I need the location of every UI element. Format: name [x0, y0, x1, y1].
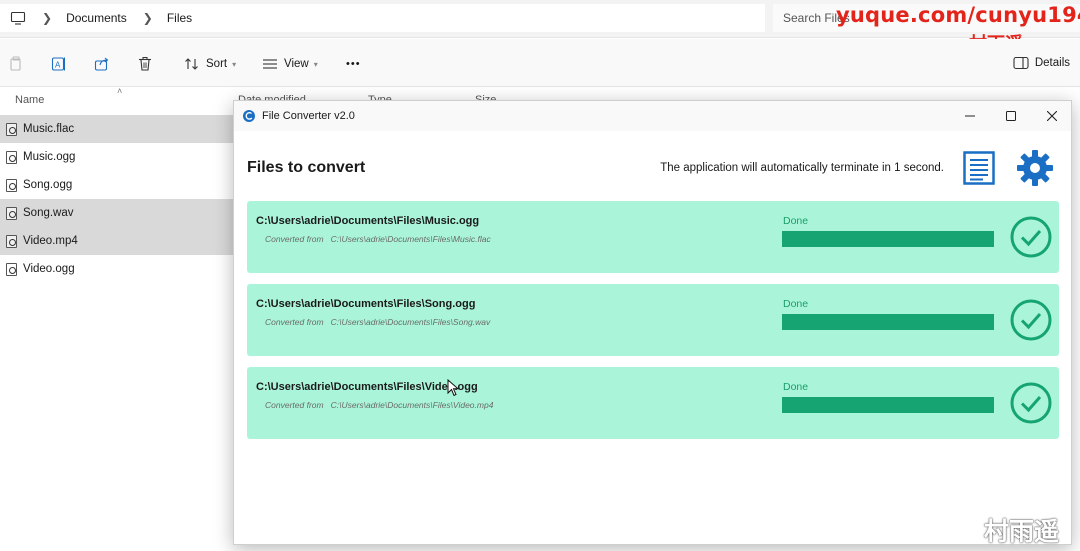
maximize-button[interactable]	[991, 101, 1031, 131]
converted-from-label: Converted from	[265, 400, 324, 410]
video-file-icon	[6, 234, 17, 248]
share-button[interactable]	[94, 55, 110, 73]
mouse-cursor-icon	[447, 379, 459, 397]
delete-icon	[139, 57, 151, 71]
chevron-right-icon: ❯	[142, 11, 153, 25]
file-converter-app-icon	[243, 110, 255, 122]
file-name: Song.wav	[23, 207, 74, 219]
maximize-icon	[1006, 111, 1016, 121]
breadcrumb[interactable]: ❯ Documents ❯ Files	[0, 4, 765, 32]
status-label: Done	[783, 215, 809, 227]
source-path: C:\Users\adrie\Documents\Files\Song.wav	[330, 317, 491, 327]
source-path: C:\Users\adrie\Documents\Files\Music.fla…	[330, 234, 491, 244]
chevron-down-icon: ▾	[313, 59, 318, 69]
audio-file-icon	[6, 206, 17, 220]
window-titlebar[interactable]: File Converter v2.0	[234, 101, 1071, 131]
list-item[interactable]: Song.ogg	[0, 171, 233, 199]
rename-button[interactable]: A	[51, 55, 67, 73]
details-pane-icon	[1013, 56, 1029, 70]
sort-button[interactable]: Sort ▾	[184, 55, 236, 73]
progress-bar	[782, 397, 994, 413]
view-label: View	[284, 58, 309, 70]
audio-file-icon	[6, 178, 17, 192]
view-button[interactable]: View ▾	[262, 55, 318, 73]
source-info: Converted from C:\Users\adrie\Documents\F…	[265, 234, 491, 244]
breadcrumb-documents[interactable]: Documents	[66, 11, 127, 25]
source-info: Converted from C:\Users\adrie\Documents\F…	[265, 317, 490, 327]
svg-text:A: A	[55, 61, 61, 70]
source-path: C:\Users\adrie\Documents\Files\Video.mp4	[330, 400, 494, 410]
source-info: Converted from C:\Users\adrie\Documents\F…	[265, 400, 493, 410]
window-title: File Converter v2.0	[262, 110, 355, 122]
list-item[interactable]: Video.ogg	[0, 255, 233, 283]
close-icon	[1047, 111, 1057, 121]
output-path: C:\Users\adrie\Documents\Files\Video.ogg	[256, 381, 478, 393]
share-icon	[94, 57, 109, 71]
log-list-icon[interactable]	[963, 151, 995, 185]
file-name: Song.ogg	[23, 179, 73, 191]
output-path: C:\Users\adrie\Documents\Files\Music.ogg	[256, 215, 480, 227]
progress-fill	[782, 397, 994, 413]
list-item[interactable]: Music.flac	[0, 115, 233, 143]
conversion-card: C:\Users\adrie\Documents\Files\Music.ogg…	[247, 201, 1059, 273]
output-path: C:\Users\adrie\Documents\Files\Song.ogg	[256, 298, 476, 310]
file-converter-window: File Converter v2.0 Files to convert The…	[233, 100, 1072, 545]
details-label: Details	[1034, 57, 1070, 69]
conversion-card: C:\Users\adrie\Documents\Files\Song.ogg …	[247, 284, 1059, 356]
more-options-button[interactable]: •••	[346, 55, 361, 73]
minimize-icon	[965, 115, 975, 117]
delete-button[interactable]	[137, 55, 153, 73]
file-name: Video.ogg	[23, 263, 75, 275]
check-circle-icon	[1010, 216, 1052, 258]
pc-icon[interactable]	[10, 10, 26, 26]
conversion-card: C:\Users\adrie\Documents\Files\Video.ogg…	[247, 367, 1059, 439]
column-name[interactable]: Name	[15, 94, 44, 106]
status-label: Done	[783, 298, 809, 310]
file-name: Video.mp4	[23, 235, 78, 247]
chevron-down-icon: ▾	[232, 59, 237, 69]
list-item[interactable]: Video.mp4	[0, 227, 233, 255]
progress-fill	[782, 314, 994, 330]
list-item[interactable]: Song.wav	[0, 199, 233, 227]
video-file-icon	[6, 262, 17, 276]
progress-fill	[782, 231, 994, 247]
converted-from-label: Converted from	[265, 317, 324, 327]
details-button[interactable]: Details	[1013, 56, 1070, 70]
watermark-url: yuque.com/cunyu1943	[836, 3, 1080, 27]
audio-file-icon	[6, 150, 17, 164]
converted-from-label: Converted from	[265, 234, 324, 244]
terminate-message: The application will automatically termi…	[660, 162, 944, 174]
rename-icon: A	[51, 57, 65, 71]
check-circle-icon	[1010, 299, 1052, 341]
minimize-button[interactable]	[950, 101, 990, 131]
explorer-toolbar: A Sort ▾ View ▾ ••• Details	[0, 39, 1080, 87]
copy-button[interactable]	[9, 55, 23, 73]
settings-gear-icon[interactable]	[1016, 149, 1054, 187]
status-label: Done	[783, 381, 809, 393]
progress-bar	[782, 314, 994, 330]
file-name: Music.flac	[23, 123, 75, 135]
page-title: Files to convert	[247, 159, 366, 176]
sort-icon	[185, 58, 198, 70]
check-circle-icon	[1010, 382, 1052, 424]
file-name: Music.ogg	[23, 151, 76, 163]
chevron-right-icon: ❯	[42, 11, 53, 25]
view-icon	[263, 59, 277, 69]
watermark-name-bottom: 村雨遥	[984, 517, 1060, 546]
copy-icon	[10, 56, 21, 71]
breadcrumb-files[interactable]: Files	[167, 11, 192, 25]
progress-bar	[782, 231, 994, 247]
sort-label: Sort	[206, 58, 228, 70]
file-list: Music.flac Music.ogg Song.ogg Song.wav V…	[0, 115, 233, 283]
sort-ascending-icon: ˄	[117, 86, 123, 96]
close-button[interactable]	[1032, 101, 1072, 131]
audio-file-icon	[6, 122, 17, 136]
list-item[interactable]: Music.ogg	[0, 143, 233, 171]
